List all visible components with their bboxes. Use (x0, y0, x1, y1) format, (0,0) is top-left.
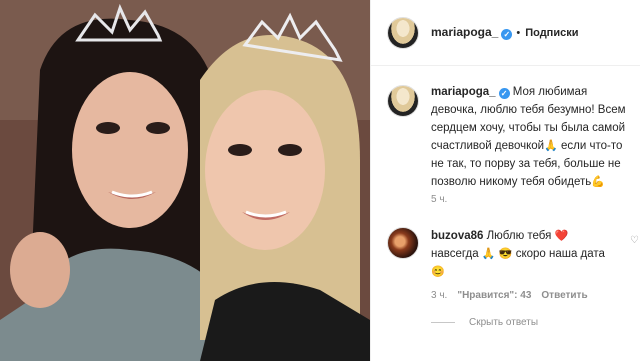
comment-item: buzova86 Люблю тебя ❤️ навсегда 🙏 😎 скор… (387, 227, 640, 281)
pray-emoji-icon: 🙏 (544, 140, 558, 152)
post-side-panel: mariapoga_ ✓ • Подписки mariapoga_ ✓ Моя л… (370, 0, 640, 361)
comments-area[interactable]: mariapoga_ ✓ Моя любимая девочка, люблю т… (371, 67, 640, 361)
author-avatar[interactable] (387, 16, 419, 49)
verified-badge-icon: ✓ (498, 88, 510, 99)
commenter-avatar[interactable] (387, 227, 419, 259)
instagram-post: mariapoga_ ✓ • Подписки mariapoga_ ✓ Моя л… (0, 0, 640, 361)
post-header: mariapoga_ ✓ • Подписки (371, 0, 640, 66)
verified-badge-icon: ✓ (501, 29, 513, 40)
following-button[interactable]: Подписки (525, 27, 578, 39)
smile-emoji-icon: 😊 (431, 266, 445, 278)
post-photo[interactable] (0, 0, 370, 361)
hide-replies-button[interactable]: Скрыть ответы (431, 317, 538, 328)
right-face (205, 90, 325, 250)
caption-author-avatar[interactable] (387, 85, 419, 117)
selfie-illustration (0, 0, 370, 361)
comment-text: buzova86 Люблю тебя ❤️ навсегда 🙏 😎 скор… (431, 227, 617, 281)
replies-divider (431, 322, 455, 323)
reply-button[interactable]: Ответить (541, 290, 587, 301)
caption-timestamp[interactable]: 5 ч. (431, 194, 447, 205)
sunglasses-emoji-icon: 😎 (498, 248, 513, 260)
commenter-username[interactable]: buzova86 (431, 230, 483, 242)
hide-replies-label: Скрыть ответы (469, 317, 539, 328)
comment-likes-count[interactable]: "Нравится": 43 (457, 290, 531, 301)
caption-text: mariapoga_ ✓ Моя любимая девочка, люблю т… (431, 83, 640, 191)
caption-username[interactable]: mariapoga_ ✓ (431, 86, 510, 99)
post-caption: mariapoga_ ✓ Моя любимая девочка, люблю т… (387, 83, 640, 191)
left-face (72, 72, 188, 228)
header-separator: • (516, 26, 521, 39)
muscle-emoji-icon: 💪 (591, 176, 605, 188)
comment-meta: 3 ч. "Нравится": 43 Ответить (431, 290, 588, 301)
comment-timestamp[interactable]: 3 ч. (431, 290, 447, 301)
comment-like-heart-icon[interactable]: ♡ (630, 235, 639, 246)
red-heart-emoji-icon: ❤️ (554, 230, 569, 242)
pray-emoji-icon: 🙏 (481, 248, 496, 260)
author-username[interactable]: mariapoga_ ✓ (431, 25, 513, 40)
